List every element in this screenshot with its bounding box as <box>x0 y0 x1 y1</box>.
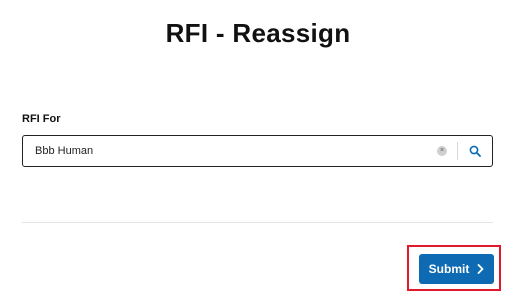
rfi-for-label: RFI For <box>22 113 61 125</box>
search-icon[interactable] <box>468 144 482 158</box>
page-title: RFI - Reassign <box>165 18 351 48</box>
clear-icon[interactable]: × <box>437 146 447 156</box>
submit-button-label: Submit <box>428 262 470 276</box>
rfi-reassign-page: RFI - Reassign RFI For × Submit <box>0 0 516 304</box>
submit-button[interactable]: Submit <box>419 254 494 284</box>
magnifier-glyph <box>469 145 481 157</box>
chevron-right-icon <box>477 264 484 274</box>
input-divider <box>457 142 458 160</box>
rfi-for-search-field: × <box>22 135 493 167</box>
rfi-for-input[interactable] <box>23 136 437 166</box>
section-divider <box>22 222 493 223</box>
